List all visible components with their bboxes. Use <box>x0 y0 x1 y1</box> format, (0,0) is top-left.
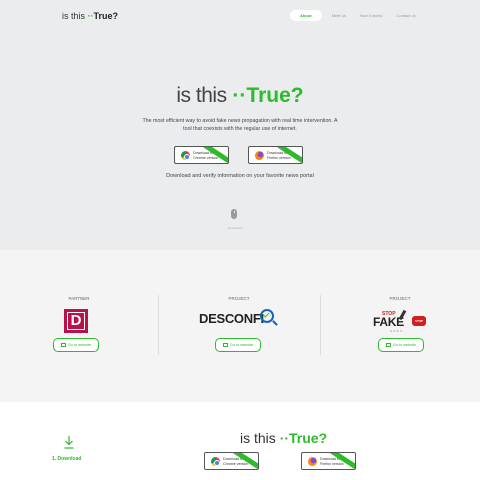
desconfio-logo: DESCONFI <box>199 311 264 326</box>
hero-tagline: The most efficient way to avoid fake new… <box>142 118 338 132</box>
hero-logo-dots: ·· <box>232 84 247 107</box>
partner-go-button[interactable]: Go to website <box>53 338 99 352</box>
step-download-label: 1. Download <box>52 456 82 462</box>
partner-d-logo: D <box>64 309 88 333</box>
download-chrome-button-2[interactable]: Download for Chrome version <box>204 452 259 470</box>
firefox-icon <box>255 151 264 160</box>
download-chrome-button[interactable]: Download for Chrome version <box>174 146 229 164</box>
section-logo-prefix: is this <box>240 430 276 446</box>
hero-subtitle: Download and verify information on your … <box>166 173 314 179</box>
main-nav: About Meet us How it works Contact us <box>290 10 416 21</box>
partner-category: PARTNER <box>68 296 90 301</box>
hero-logo-prefix: is this <box>176 84 227 107</box>
hero-logo: is this ··True? <box>0 84 480 108</box>
nav-item-meet-us[interactable]: Meet us <box>332 10 346 21</box>
desconfio-go-button[interactable]: Go to website <box>215 338 261 352</box>
stop-sign-icon: STOP <box>412 316 426 326</box>
monitor-icon <box>222 343 228 347</box>
hero-logo-suffix: True? <box>246 84 304 107</box>
chrome-icon <box>181 151 190 160</box>
logo-suffix: True? <box>93 11 119 21</box>
download-firefox-button-2[interactable]: Download for Firefox version <box>301 452 356 470</box>
nav-item-how-it-works[interactable]: How it works <box>360 10 383 21</box>
mouse-scroll-icon[interactable] <box>231 209 237 219</box>
download-arrow-icon <box>64 436 74 449</box>
monitor-icon <box>60 343 66 347</box>
section-logo-dots: ·· <box>279 430 290 446</box>
firefox-icon <box>308 457 317 466</box>
section-logo-suffix: True? <box>289 430 328 446</box>
monitor-icon <box>385 343 391 347</box>
nav-item-about[interactable]: About <box>290 10 322 21</box>
section-logo: is this ··True? <box>240 430 327 446</box>
d-logo-letter: D <box>70 312 82 329</box>
go-button-label: Go to website <box>229 343 254 347</box>
nav-item-contact-us[interactable]: Contact us <box>396 10 415 21</box>
chrome-icon <box>211 457 220 466</box>
hero-section: is this ··True? About Meet us How it wor… <box>0 0 480 250</box>
project-category: PROJECT <box>389 296 411 301</box>
scroll-down-label: scroll down <box>227 226 243 230</box>
go-button-label: Go to website <box>392 343 417 347</box>
stopfake-go-button[interactable]: Go to website <box>378 338 424 352</box>
download-firefox-button[interactable]: Download for Firefox version <box>248 146 303 164</box>
stopfake-subtext: NEWS <box>390 329 403 333</box>
project-category: PROJECT <box>228 296 250 301</box>
nav-logo[interactable]: is this ··True? <box>62 11 118 21</box>
go-button-label: Go to website <box>67 343 92 347</box>
logo-prefix: is this <box>62 11 86 21</box>
project-column-desconfio: PROJECT Go to website <box>158 250 320 402</box>
